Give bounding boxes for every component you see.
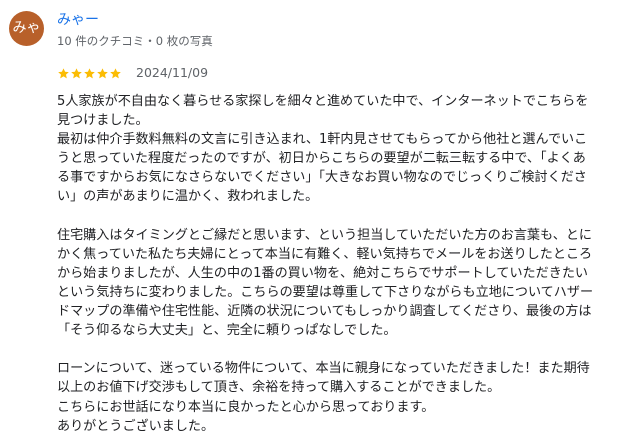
review-text-line: 5人家族が不自由なく暮らせる家探しを細々と進めていた中で、インターネットでこちら…	[57, 94, 589, 109]
review-text-line: 見つけました。	[57, 113, 149, 129]
paragraph-break	[57, 340, 625, 359]
star-icon	[96, 67, 109, 80]
review-text-line: い」の声があまりに温かく、救われました。	[57, 189, 319, 205]
reviewer-avatar[interactable]: みゃ	[9, 11, 44, 46]
review-text-line: 「そう仰るなら大丈夫」と、完全に頼りっぱなしでした。	[57, 323, 397, 339]
review-text-line: うと思っていた程度だったのですが、初日からこちらの要望が二転三転する中で、「よく…	[57, 151, 586, 167]
review-text-line: 以上のお値下げ交渉もして頂き、余裕を持って購入することができました。	[57, 380, 501, 396]
reviewer-meta: 10 件のクチコミ・0 枚の写真	[57, 34, 213, 48]
star-icon	[83, 67, 96, 80]
star-icon	[70, 67, 83, 80]
review-date: 2024/11/09	[136, 65, 209, 80]
star-rating	[57, 67, 122, 80]
review-text-line: 住宅購入はタイミングとご縁だと思います、という担当していただいた方のお言葉も、と…	[57, 227, 593, 243]
review-card: みゃ みゃー 10 件のクチコミ・0 枚の写真 2024/11/09 5人家族が…	[0, 0, 640, 447]
reviewer-name[interactable]: みゃー	[57, 10, 99, 30]
review-text-line: る事ですからお気になさらないでください」「大きなお買い物なのでじっくりご検討くだ…	[57, 170, 587, 186]
review-text-line: かく焦っていた私たち夫婦にとって本当に有難く、軽い気持ちでメールをお送りしたとこ…	[57, 246, 593, 262]
review-text-line: ローンについて、迷っている物件について、本当に親身になっていただきました！また期…	[57, 361, 590, 377]
review-text: 5人家族が不自由なく暮らせる家探しを細々と進めていた中で、インターネットでこちら…	[57, 92, 625, 436]
rating-row: 2024/11/09	[57, 64, 208, 82]
review-text-line: という気持ちに変わりました。こちらの要望は尊重して下さりながらも立地についてハザ…	[57, 284, 594, 300]
paragraph-break	[57, 207, 625, 226]
star-icon	[109, 67, 122, 80]
star-icon	[57, 67, 70, 80]
review-text-line: 最初は仲介手数料無料の文言に引き込まれ、1軒内見させてもらってから他社と選んでい…	[57, 132, 588, 148]
review-text-line: こちらにお世話になり本当に良かったと心から思っております。	[57, 399, 435, 415]
review-text-line: ありがとうございました。	[57, 418, 215, 434]
review-text-line: ドマップの準備や住宅性能、近隣の状況についてもしっかり調査してくださり、最後の方…	[57, 304, 592, 320]
review-text-line: から始まりましたが、人生の中の1番の買い物を、絶対こちらでサポートしていただきた…	[57, 265, 589, 281]
